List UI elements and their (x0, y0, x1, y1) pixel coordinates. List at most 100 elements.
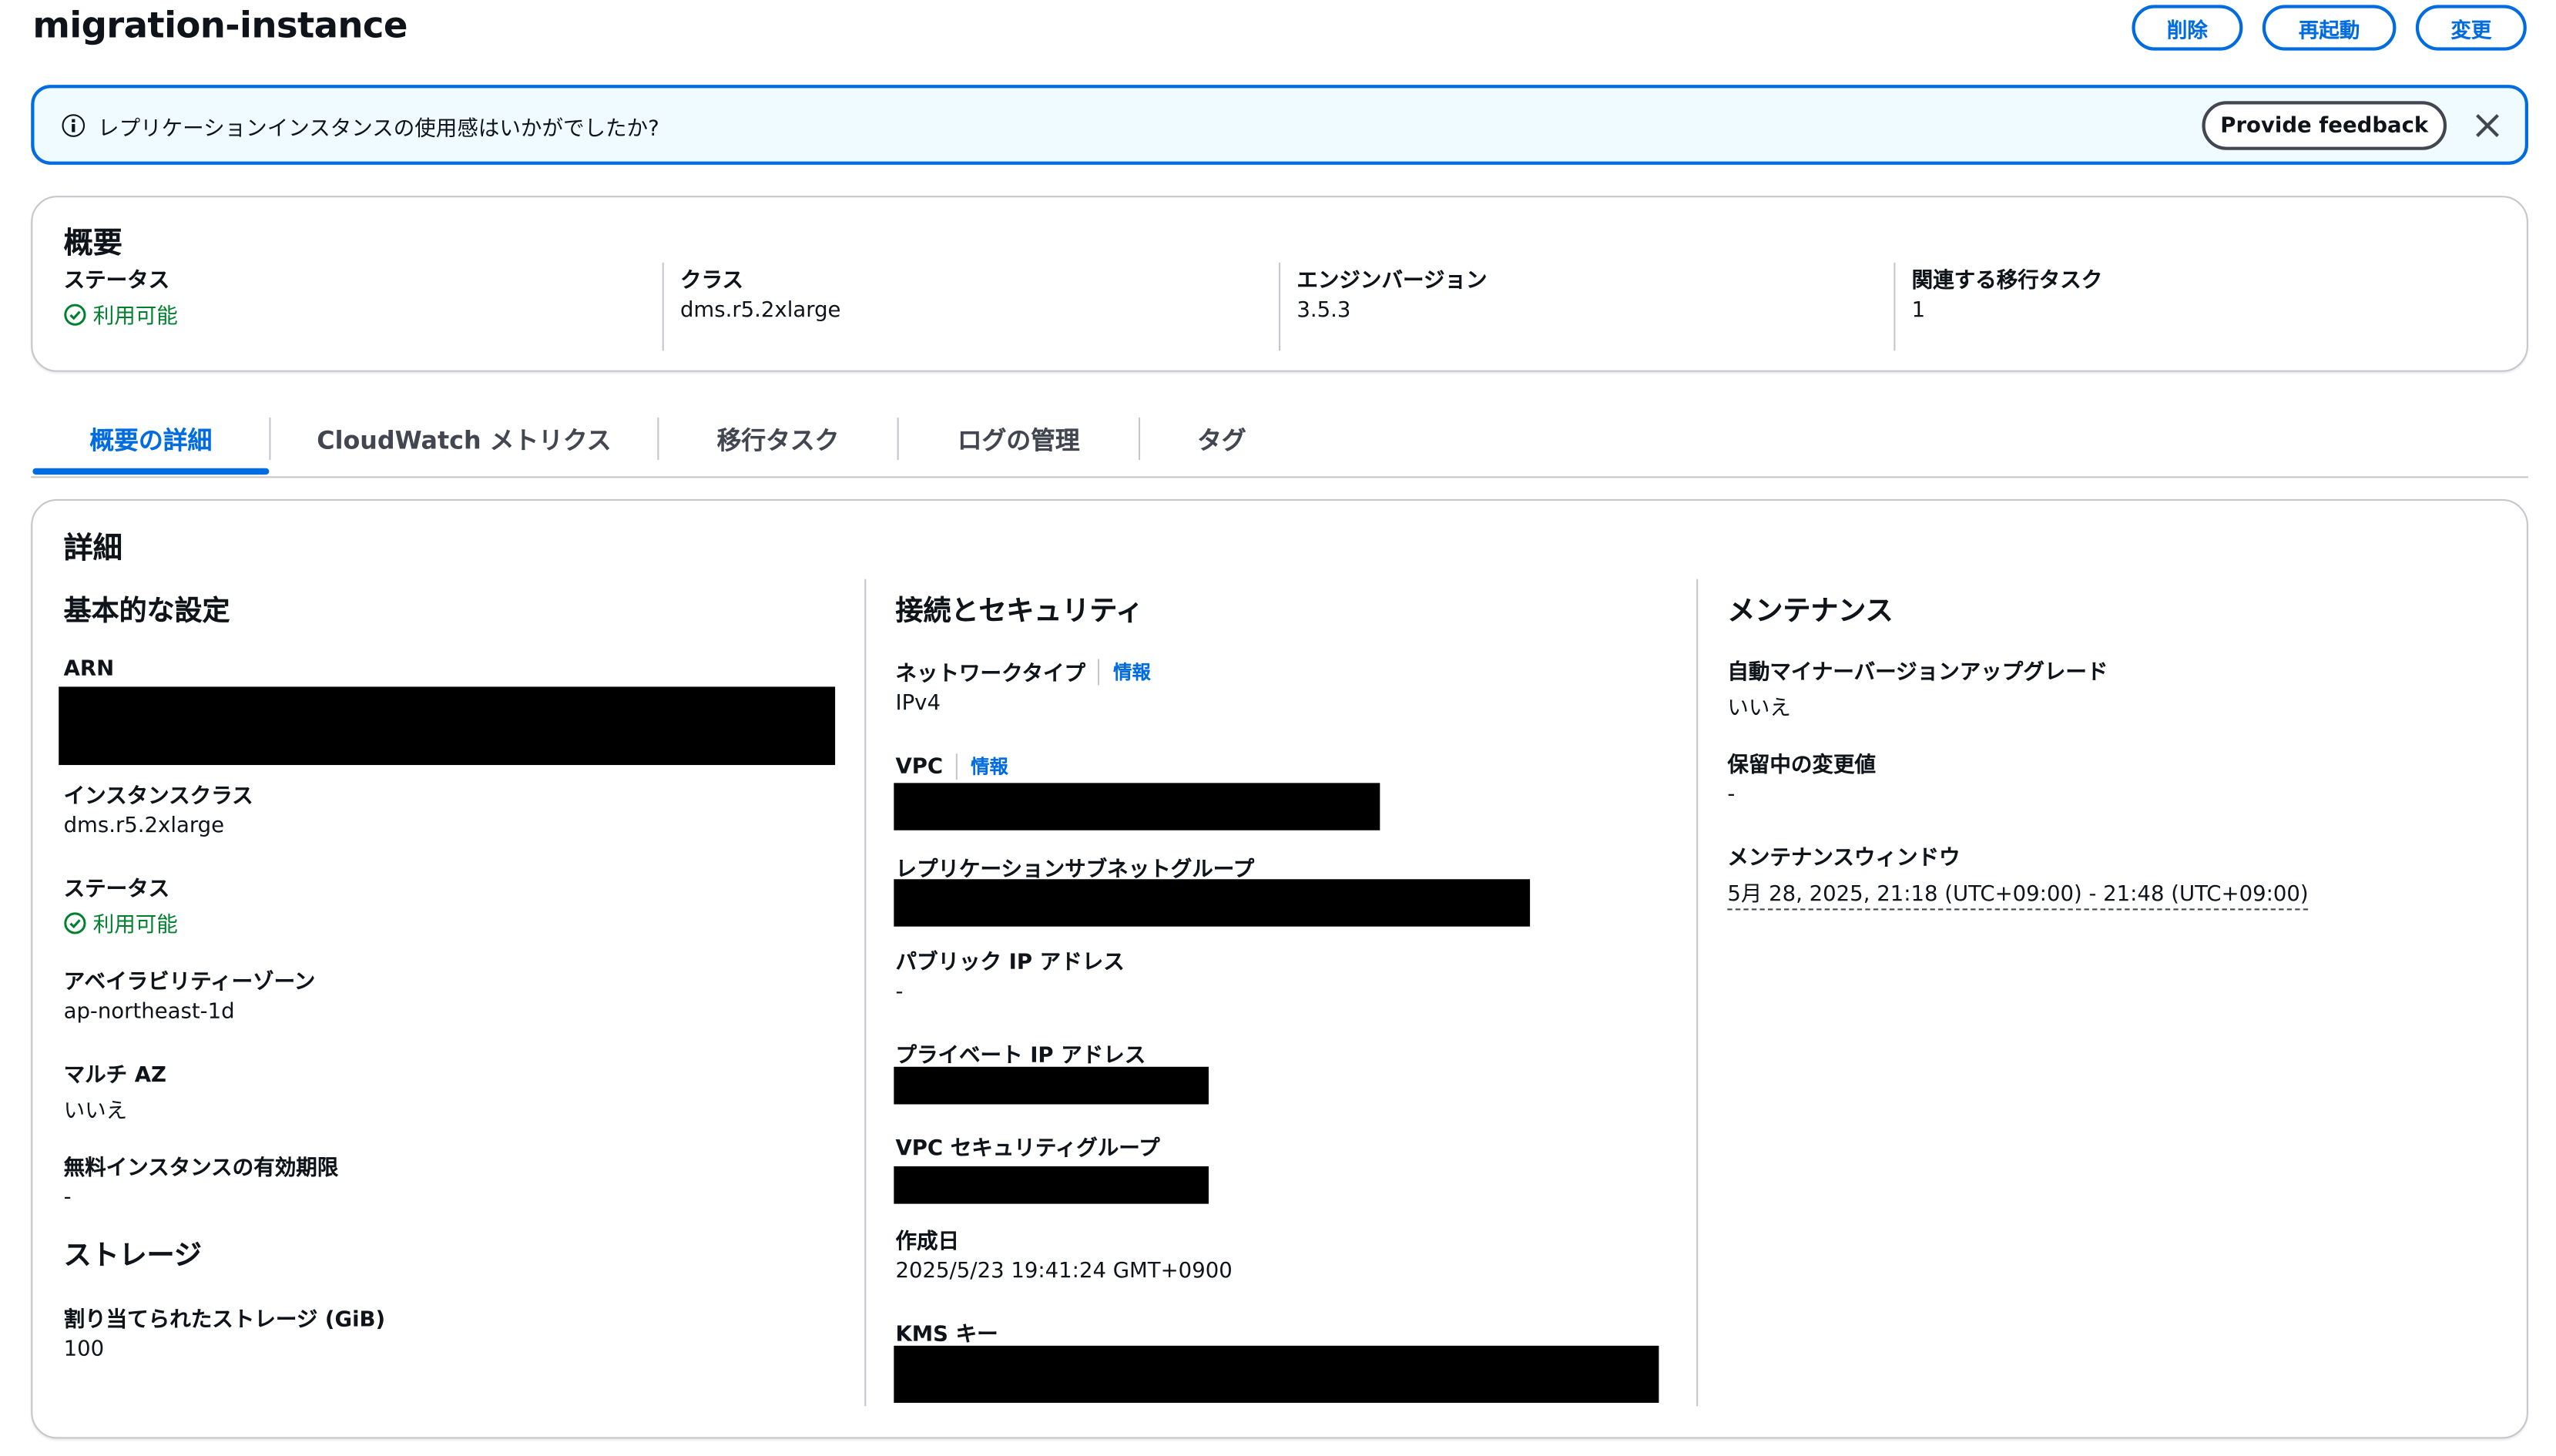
vpc-redacted (894, 783, 1380, 830)
summary-status-label: ステータス (63, 269, 170, 294)
maintenance-window-value[interactable]: 5月 28, 2025, 21:18 (UTC+09:00) - 21:48 (… (1727, 883, 2309, 911)
instance-class-value: dms.r5.2xlarge (63, 814, 225, 839)
arn-field: ARN (64, 657, 115, 682)
details-card: 詳細 基本的な設定 ARN インスタンスクラス dms.r5.2xlarge ス… (31, 498, 2528, 1439)
tab-tags[interactable]: タグ (1140, 404, 1303, 473)
free-instance-label: 無料インスタンスの有効期限 (63, 1156, 339, 1181)
pending-changes-field: 保留中の変更値 - (1727, 747, 1876, 807)
page-title: migration-instance (32, 6, 408, 48)
summary-engine-value: 3.5.3 (1296, 298, 1351, 324)
summary-card: 概要 ステータス 利用可能 クラス dms.r5.2xlarge エンジンバージ… (31, 196, 2528, 372)
summary-status-text: 利用可能 (92, 304, 178, 330)
summary-status: ステータス 利用可能 (64, 263, 178, 351)
feedback-banner: レプリケーションインスタンスの使用感はいかがでしたか? Provide feed… (31, 85, 2528, 165)
created-date-label: 作成日 (895, 1230, 960, 1255)
vpc-info-link[interactable]: 情報 (956, 753, 1008, 780)
security-group-redacted (894, 1166, 1209, 1204)
summary-tasks: 関連する移行タスク 1 (1894, 262, 2103, 351)
summary-class: クラス dms.r5.2xlarge (662, 262, 841, 351)
private-ip-redacted (894, 1066, 1209, 1105)
basic-settings-heading: 基本的な設定 (63, 595, 230, 629)
maintenance-window-label: メンテナンスウィンドウ (1727, 846, 1961, 871)
network-type-info-link[interactable]: 情報 (1099, 658, 1151, 685)
security-group-field: VPC セキュリティグループ (895, 1130, 1160, 1162)
free-instance-value: - (63, 1186, 72, 1211)
vpc-label: VPC (895, 754, 944, 780)
public-ip-field: パブリック IP アドレス - (895, 944, 1124, 1005)
private-ip-field: プライベート IP アドレス (895, 1038, 1146, 1069)
banner-message: レプリケーションインスタンスの使用感はいかがでしたか? (98, 117, 659, 143)
summary-heading: 概要 (63, 226, 122, 261)
maintenance-window-field: メンテナンスウィンドウ 5月 28, 2025, 21:18 (UTC+09:0… (1727, 840, 2309, 911)
tab-migration-tasks[interactable]: 移行タスク (659, 404, 897, 473)
subnet-group-label: レプリケーションサブネットグループ (895, 857, 1255, 883)
free-instance-field: 無料インスタンスの有効期限 - (64, 1150, 339, 1210)
kms-key-label: KMS キー (895, 1323, 998, 1347)
summary-tasks-value: 1 (1911, 298, 1926, 324)
network-type-field: ネットワークタイプ 情報 IPv4 (895, 656, 1151, 716)
multi-az-value: いいえ (63, 1099, 128, 1124)
provide-feedback-button[interactable]: Provide feedback (2202, 101, 2447, 150)
auto-upgrade-field: 自動マイナーバージョンアップグレード いいえ (1727, 654, 2108, 721)
summary-class-value: dms.r5.2xlarge (679, 298, 841, 324)
tab-bar: 概要の詳細 CloudWatch メトリクス 移行タスク ログの管理 タグ (31, 404, 2528, 478)
column-divider (1696, 579, 1699, 1407)
network-type-value: IPv4 (895, 691, 941, 716)
multi-az-field: マルチ AZ いいえ (64, 1057, 166, 1124)
arn-label: ARN (63, 657, 115, 683)
summary-engine: エンジンバージョン 3.5.3 (1279, 262, 1488, 351)
info-icon (62, 114, 86, 137)
multi-az-label: マルチ AZ (63, 1063, 167, 1089)
auto-upgrade-value: いいえ (1727, 696, 1791, 721)
check-circle-icon (64, 911, 86, 934)
connectivity-security-heading: 接続とセキュリティ (895, 595, 1144, 629)
tab-overview-details[interactable]: 概要の詳細 (32, 404, 270, 475)
status-text: 利用可能 (92, 913, 178, 938)
header-actions: 削除 再起動 変更 (2132, 5, 2527, 51)
delete-button[interactable]: 削除 (2132, 5, 2243, 51)
kms-key-field: KMS キー (895, 1317, 998, 1347)
availability-zone-label: アベイラビリティーゾーン (63, 970, 316, 995)
auto-upgrade-label: 自動マイナーバージョンアップグレード (1727, 660, 2108, 686)
subnet-group-redacted (894, 879, 1531, 927)
basic-settings-column: 基本的な設定 ARN インスタンスクラス dms.r5.2xlarge ステータ… (59, 579, 847, 1404)
connectivity-security-column: 接続とセキュリティ ネットワークタイプ 情報 IPv4 VPC 情報 レプリケーショ… (894, 579, 1678, 1404)
pending-changes-label: 保留中の変更値 (1727, 753, 1877, 778)
status-value: 利用可能 (64, 907, 178, 938)
kms-key-redacted (894, 1345, 1659, 1403)
created-date-field: 作成日 2025/5/23 19:41:24 GMT+0900 (895, 1223, 1233, 1284)
private-ip-label: プライベート IP アドレス (895, 1044, 1146, 1069)
arn-redacted (59, 686, 836, 766)
details-heading: 詳細 (63, 532, 122, 566)
vpc-field: VPC 情報 (895, 753, 1008, 780)
subnet-group-field: レプリケーションサブネットグループ (895, 851, 1255, 883)
tab-cloudwatch-metrics[interactable]: CloudWatch メトリクス (270, 404, 657, 473)
availability-zone-field: アベイラビリティーゾーン ap-northeast-1d (63, 964, 316, 1025)
status-label: ステータス (63, 877, 170, 902)
modify-button[interactable]: 変更 (2415, 5, 2527, 51)
instance-class-field: インスタンスクラス dms.r5.2xlarge (64, 778, 253, 838)
maintenance-column: メンテナンス 自動マイナーバージョンアップグレード いいえ 保留中の変更値 - … (1727, 579, 2510, 1404)
public-ip-value: - (895, 980, 904, 1005)
pending-changes-value: - (1727, 783, 1736, 808)
public-ip-label: パブリック IP アドレス (895, 951, 1125, 976)
summary-status-value: 利用可能 (64, 298, 178, 330)
maintenance-heading: メンテナンス (1727, 595, 1894, 629)
status-field: ステータス 利用可能 (64, 871, 178, 938)
summary-class-label: クラス (679, 269, 744, 294)
network-type-label: ネットワークタイプ (895, 662, 1086, 687)
availability-zone-value: ap-northeast-1d (63, 999, 235, 1025)
security-group-label: VPC セキュリティグループ (895, 1136, 1160, 1162)
allocated-storage-label: 割り当てられたストレージ (GiB) (63, 1308, 386, 1333)
restart-button[interactable]: 再起動 (2262, 5, 2397, 51)
summary-tasks-label: 関連する移行タスク (1911, 269, 2103, 294)
summary-engine-label: エンジンバージョン (1296, 269, 1488, 294)
column-divider (864, 579, 867, 1407)
storage-heading: ストレージ (63, 1240, 202, 1273)
instance-class-label: インスタンスクラス (63, 784, 253, 810)
close-icon[interactable] (2473, 111, 2502, 140)
created-date-value: 2025/5/23 19:41:24 GMT+0900 (895, 1259, 1233, 1284)
allocated-storage-value: 100 (63, 1337, 105, 1363)
tab-log-management[interactable]: ログの管理 (899, 404, 1139, 473)
check-circle-icon (64, 303, 86, 325)
